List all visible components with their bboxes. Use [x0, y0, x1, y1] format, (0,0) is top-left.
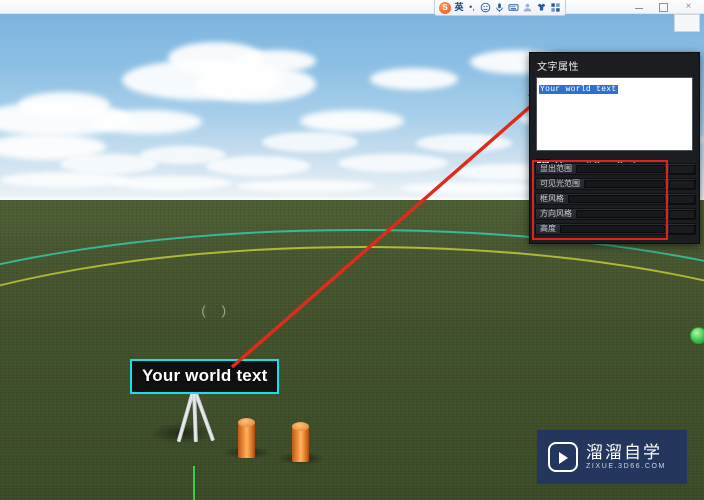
- property-extra-field[interactable]: [669, 195, 695, 204]
- toolbox-icon[interactable]: [550, 2, 561, 14]
- window-titlebar: ×: [0, 0, 704, 14]
- property-value-field[interactable]: [560, 225, 665, 233]
- cursor-marker: ( ): [200, 304, 229, 319]
- punctuation-mode-icon[interactable]: •,: [467, 2, 477, 14]
- property-row-height[interactable]: 高度: [535, 223, 696, 235]
- screenshot-root: × 英 •,: [0, 0, 704, 500]
- property-row-visible-range[interactable]: 可见光范围: [535, 178, 696, 190]
- property-label: 框风格: [536, 195, 568, 203]
- maximize-button[interactable]: [658, 2, 669, 13]
- watermark-brand: 溜溜自学: [586, 444, 666, 461]
- post-cap: [292, 422, 309, 431]
- property-value-field[interactable]: [568, 195, 665, 203]
- property-label: 高度: [536, 225, 560, 233]
- sogou-logo-icon[interactable]: [439, 2, 451, 14]
- property-row-display-range[interactable]: 显出范围: [535, 163, 696, 175]
- watermark-text: 溜溜自学 ZIXUE.3D66.COM: [586, 444, 666, 470]
- property-extra-field[interactable]: [669, 165, 695, 174]
- scene-marker-dot[interactable]: [690, 327, 704, 344]
- world-text-label[interactable]: Your world text: [130, 359, 279, 394]
- watermark-url: ZIXUE.3D66.COM: [586, 463, 666, 470]
- property-extra-field[interactable]: [669, 210, 695, 219]
- emoji-picker-icon[interactable]: [480, 2, 491, 14]
- text-input-field[interactable]: Your world text: [536, 77, 693, 151]
- post-cap: [238, 418, 255, 427]
- property-value-field[interactable]: [576, 210, 665, 218]
- post-object[interactable]: [292, 422, 309, 462]
- skin-picker-icon[interactable]: [536, 2, 547, 14]
- post-body: [292, 426, 309, 462]
- ime-toolbar[interactable]: 英 •,: [434, 0, 566, 16]
- voice-input-icon[interactable]: [494, 2, 505, 14]
- minimize-button[interactable]: [633, 2, 644, 13]
- property-row-direction-style[interactable]: 方向风格: [535, 208, 696, 220]
- close-button[interactable]: ×: [683, 2, 694, 13]
- play-button-icon: [548, 442, 578, 472]
- property-list: 显出范围 可见光范围 框风格 方向风格 高度: [535, 163, 696, 238]
- property-label: 可见光范围: [536, 180, 584, 188]
- property-label: 方向风格: [536, 210, 576, 218]
- user-account-icon[interactable]: [522, 2, 533, 14]
- property-label: 显出范围: [536, 165, 576, 173]
- corner-panel: [674, 14, 700, 32]
- watermark: 溜溜自学 ZIXUE.3D66.COM: [537, 430, 687, 484]
- panel-title: 文字属性: [530, 53, 699, 77]
- keyboard-panel-icon[interactable]: [508, 2, 519, 14]
- language-mode-icon[interactable]: 英: [454, 2, 464, 14]
- property-extra-field[interactable]: [669, 225, 695, 234]
- window-controls: ×: [633, 0, 702, 14]
- post-body: [238, 422, 255, 458]
- property-row-frame-style[interactable]: 框风格: [535, 193, 696, 205]
- property-value-field[interactable]: [576, 165, 665, 173]
- axis-marker-green: [193, 466, 195, 500]
- text-properties-panel[interactable]: 文字属性 Your world text Tr Microsoft Sans S…: [529, 52, 700, 244]
- post-object[interactable]: [238, 418, 255, 458]
- property-extra-field[interactable]: [669, 180, 695, 189]
- text-input-value: Your world text: [539, 85, 618, 94]
- property-value-field[interactable]: [584, 180, 665, 188]
